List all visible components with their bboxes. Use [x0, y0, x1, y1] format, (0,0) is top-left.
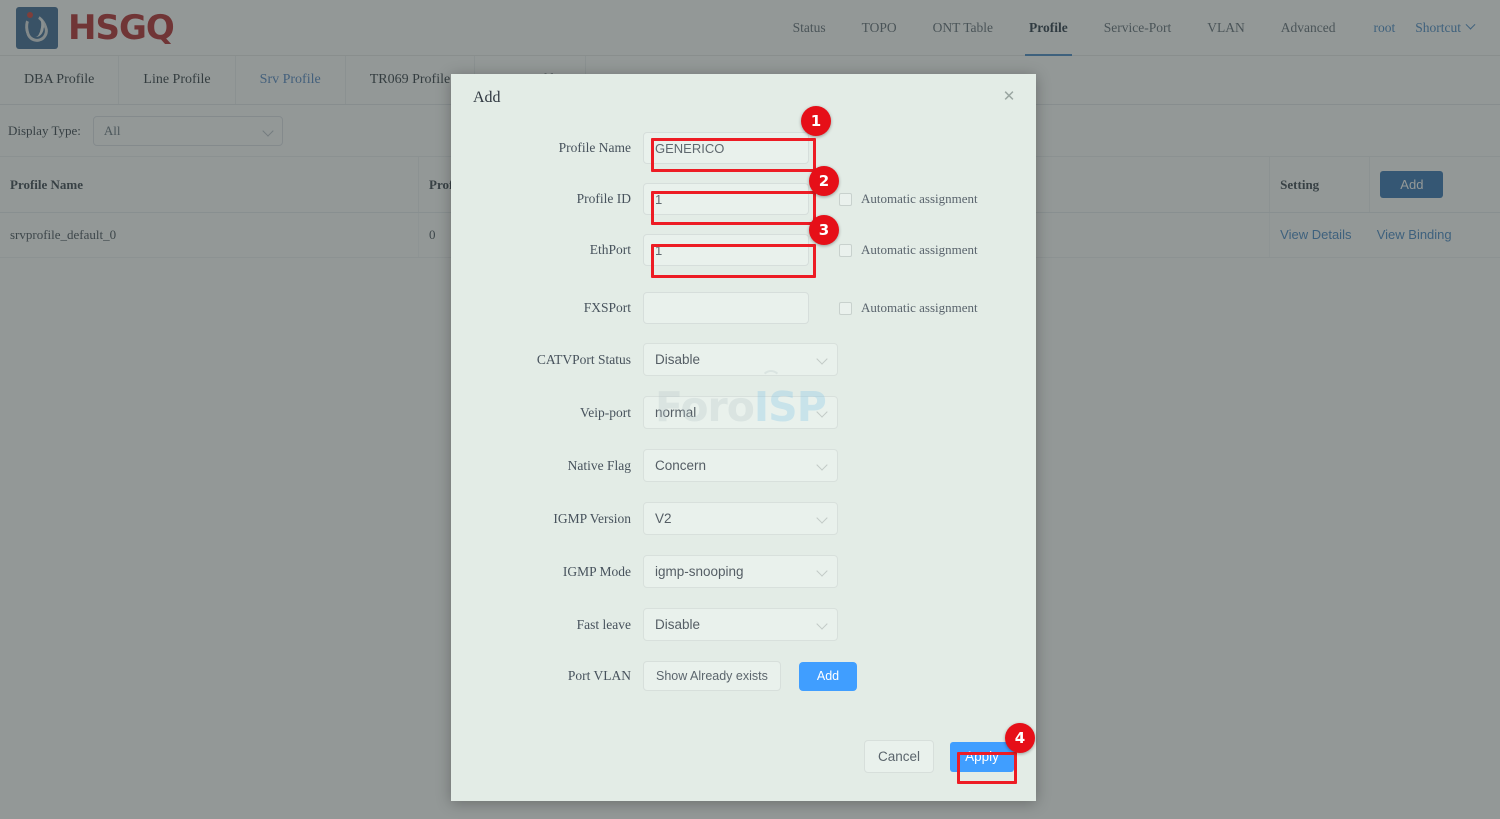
ethport-label: EthPort: [589, 242, 631, 257]
field-row-veip-port: Veip-port normal: [451, 396, 1036, 429]
field-row-fxsport: FXSPort Automatic assignment: [451, 292, 1036, 324]
field-row-profile-id: Profile ID 1 Automatic assignment: [451, 183, 1036, 215]
auto-assign-label: Automatic assignment: [861, 300, 978, 315]
checkbox-icon[interactable]: [839, 243, 852, 257]
native-flag-value: Concern: [655, 458, 707, 473]
checkbox-icon[interactable]: [839, 301, 852, 315]
auto-assign-label: Automatic assignment: [861, 191, 978, 206]
cancel-button[interactable]: Cancel: [864, 740, 934, 773]
chevron-down-icon: [816, 459, 828, 471]
show-already-exists-button[interactable]: Show Already exists: [643, 661, 781, 691]
field-row-igmp-mode: IGMP Mode igmp-snooping: [451, 555, 1036, 588]
ethport-auto-assign[interactable]: Automatic assignment: [839, 242, 978, 258]
field-row-profile-name: Profile Name GENERICO: [451, 132, 1036, 164]
field-row-port-vlan: Port VLAN Show Already exists Add: [451, 661, 1036, 691]
igmp-version-label: IGMP Version: [553, 510, 631, 526]
ethport-input[interactable]: 1: [643, 234, 809, 266]
chevron-down-icon: [816, 565, 828, 577]
profile-id-auto-assign[interactable]: Automatic assignment: [839, 191, 978, 207]
field-row-native-flag: Native Flag Concern: [451, 449, 1036, 482]
checkbox-icon[interactable]: [839, 192, 852, 206]
port-vlan-add-button[interactable]: Add: [798, 661, 858, 691]
native-flag-label: Native Flag: [567, 457, 631, 473]
catvport-status-value: Disable: [655, 352, 701, 367]
dialog-title: Add: [473, 89, 501, 106]
chevron-down-icon: [816, 512, 828, 524]
veip-port-label: Veip-port: [580, 404, 631, 420]
native-flag-select[interactable]: Concern: [643, 449, 838, 482]
igmp-version-value: V2: [655, 511, 672, 526]
profile-id-input[interactable]: 1: [643, 183, 809, 215]
igmp-mode-label: IGMP Mode: [562, 563, 631, 579]
fxsport-input[interactable]: [643, 292, 809, 324]
ethport-control: 1: [643, 234, 809, 266]
veip-port-value: normal: [655, 405, 697, 420]
auto-assign-label: Automatic assignment: [861, 242, 978, 257]
profile-name-label: Profile Name: [558, 140, 631, 155]
dialog-footer: Cancel Apply: [864, 740, 1014, 773]
catvport-status-label: CATVPort Status: [536, 351, 631, 367]
veip-port-select[interactable]: normal: [643, 396, 838, 429]
fxsport-control: [643, 292, 809, 324]
fast-leave-select[interactable]: Disable: [643, 608, 838, 641]
profile-id-label: Profile ID: [576, 191, 631, 206]
field-row-catvport-status: CATVPort Status Disable: [451, 343, 1036, 376]
dialog-body: Profile Name GENERICO Profile ID 1 Autom…: [451, 122, 1036, 691]
fast-leave-label: Fast leave: [576, 616, 631, 632]
apply-button[interactable]: Apply: [950, 741, 1014, 772]
igmp-mode-value: igmp-snooping: [655, 564, 744, 579]
chevron-down-icon: [816, 406, 828, 418]
port-vlan-label: Port VLAN: [567, 668, 631, 683]
field-row-igmp-version: IGMP Version V2: [451, 502, 1036, 535]
chevron-down-icon: [816, 353, 828, 365]
catvport-status-select[interactable]: Disable: [643, 343, 838, 376]
profile-name-control: GENERICO: [643, 132, 809, 164]
igmp-mode-select[interactable]: igmp-snooping: [643, 555, 838, 588]
dialog-header: Add ✕: [451, 74, 1036, 122]
profile-name-input[interactable]: GENERICO: [643, 132, 809, 164]
fast-leave-value: Disable: [655, 617, 701, 632]
close-icon[interactable]: ✕: [1000, 88, 1018, 106]
add-srv-profile-dialog: Add ✕ Profile Name GENERICO Profile ID 1…: [451, 74, 1036, 801]
app-root: HSGQ Status TOPO ONT Table Profile Servi…: [0, 0, 1500, 819]
profile-id-control: 1: [643, 183, 809, 215]
igmp-version-select[interactable]: V2: [643, 502, 838, 535]
fxsport-auto-assign[interactable]: Automatic assignment: [839, 300, 978, 316]
field-row-fast-leave: Fast leave Disable: [451, 608, 1036, 641]
field-row-ethport: EthPort 1 Automatic assignment: [451, 234, 1036, 266]
chevron-down-icon: [816, 618, 828, 630]
fxsport-label: FXSPort: [583, 300, 631, 315]
